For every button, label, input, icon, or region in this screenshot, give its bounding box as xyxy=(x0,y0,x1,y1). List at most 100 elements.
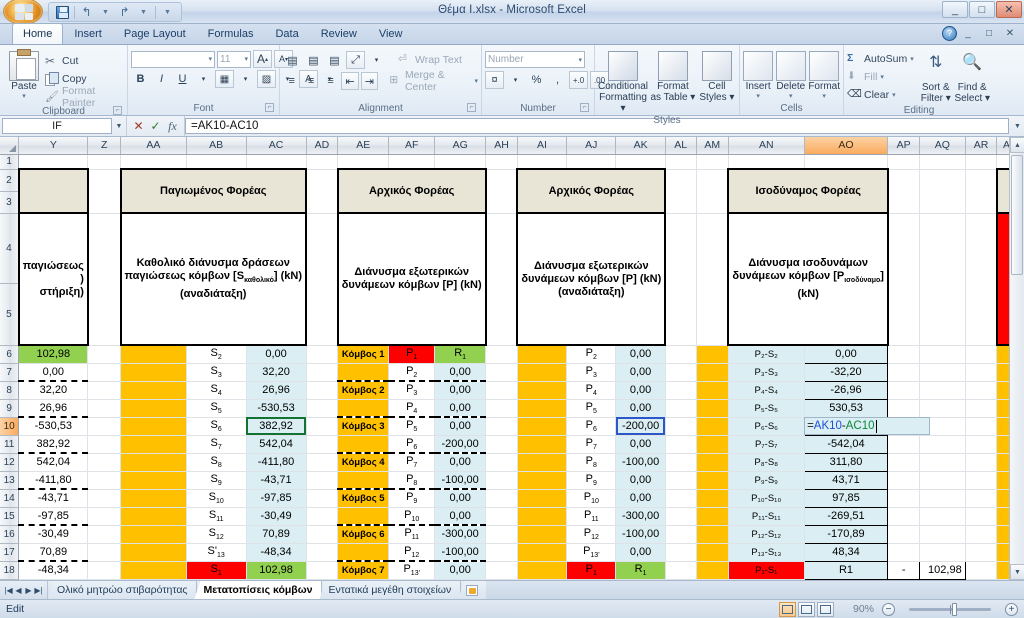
col-header-AA[interactable]: AA xyxy=(120,137,187,155)
cell-AG15[interactable]: 0,00 xyxy=(434,507,487,526)
cell-Z9[interactable] xyxy=(87,399,121,418)
header-fixed-structure-title[interactable]: Παγιωμένος Φορέας xyxy=(119,168,307,214)
col-header-AJ[interactable]: AJ xyxy=(566,137,617,155)
cell-AD2[interactable] xyxy=(306,169,339,214)
borders-dropdown[interactable]: ▾ xyxy=(236,70,255,88)
cell-AP15[interactable] xyxy=(887,507,920,526)
cell-AK9[interactable]: 0,00 xyxy=(615,399,666,418)
cell-AG10[interactable]: 0,00 xyxy=(434,417,487,436)
cell-AO1[interactable] xyxy=(804,154,889,170)
row-header-14[interactable]: 14 xyxy=(0,489,20,508)
cell-AP18[interactable]: - xyxy=(887,560,920,580)
cell-AJ15[interactable]: P11 xyxy=(566,507,617,526)
cell-AM2[interactable] xyxy=(696,169,729,214)
cell-AR8[interactable] xyxy=(965,381,998,400)
cell-AN13[interactable]: P₉-S₉ xyxy=(728,471,805,490)
header-col-y-title[interactable] xyxy=(17,168,89,214)
minimize-ribbon-button[interactable]: _ xyxy=(958,27,978,41)
cell-Y15[interactable]: -97,85 xyxy=(18,507,89,526)
help-icon[interactable]: ? xyxy=(942,26,957,41)
nav-prev-sheet-icon[interactable]: ◀ xyxy=(14,586,23,595)
cell-AE12[interactable]: Κόμβος 4 xyxy=(337,453,390,472)
cell-AQ12[interactable] xyxy=(919,453,966,472)
zoom-slider[interactable] xyxy=(895,602,1005,616)
row-header-2[interactable]: 2 xyxy=(0,169,20,192)
cell-AD4[interactable] xyxy=(306,213,339,346)
cell-AP14[interactable] xyxy=(887,489,920,508)
cell-AD7[interactable] xyxy=(306,363,339,382)
cell-AQ6[interactable] xyxy=(919,345,966,364)
number-dialog-launcher-icon[interactable]: ⌐ xyxy=(580,103,589,112)
zoom-in-button[interactable]: + xyxy=(1005,602,1018,616)
paste-button[interactable]: Paste ▾ xyxy=(3,49,45,100)
view-page-layout-button[interactable] xyxy=(798,601,815,617)
cell-AH16[interactable] xyxy=(485,525,518,544)
cell-AF1[interactable] xyxy=(388,154,436,170)
cell-AG17[interactable]: -100,00 xyxy=(434,543,487,562)
cell-AA19[interactable] xyxy=(120,579,187,580)
cell-AK13[interactable]: 0,00 xyxy=(615,471,666,490)
cell-AF11[interactable]: P6 xyxy=(388,435,436,454)
header-initial-structure-1-title[interactable]: Αρχικός Φορέας xyxy=(336,168,487,214)
cell-AL14[interactable] xyxy=(665,489,697,508)
cell-AF7[interactable]: P2 xyxy=(388,363,436,382)
row-header-11[interactable]: 11 xyxy=(0,435,20,454)
cell-Y6[interactable]: 102,98 xyxy=(18,345,89,364)
align-center-button[interactable]: ≡ xyxy=(302,72,319,90)
cell-Z19[interactable] xyxy=(87,579,121,580)
col-header-AL[interactable]: AL xyxy=(665,137,697,155)
cell-AD9[interactable] xyxy=(306,399,339,418)
cell-AE14[interactable]: Κόμβος 5 xyxy=(337,489,390,508)
cell-AG11[interactable]: -200,00 xyxy=(434,435,487,454)
cell-AA17[interactable] xyxy=(120,543,187,562)
cell-AL11[interactable] xyxy=(665,435,697,454)
close-document-button[interactable]: ✕ xyxy=(1000,27,1020,41)
col-header-AI[interactable]: AI xyxy=(517,137,568,155)
cell-AR1[interactable] xyxy=(965,154,998,170)
cell-AR9[interactable] xyxy=(965,399,998,418)
cell-AR17[interactable] xyxy=(965,543,998,562)
cell-AB18[interactable]: S1 xyxy=(186,561,247,580)
cell-AK17[interactable]: 0,00 xyxy=(615,543,666,562)
cell-AB6[interactable]: S2 xyxy=(186,345,247,364)
cell-Z14[interactable] xyxy=(87,489,121,508)
nav-first-sheet-icon[interactable]: |◀ xyxy=(4,586,13,595)
cell-AE10[interactable]: Κόμβος 3 xyxy=(337,417,390,436)
format-as-table-button[interactable]: Format as Table ▾ xyxy=(650,49,696,103)
bold-button[interactable]: B xyxy=(131,70,150,88)
cell-AM4[interactable] xyxy=(696,213,729,346)
cell-AR18[interactable] xyxy=(965,561,998,580)
row-header-9[interactable]: 9 xyxy=(0,399,20,418)
cell-AL4[interactable] xyxy=(665,213,697,346)
cell-AA8[interactable] xyxy=(120,381,187,400)
cell-AQ19[interactable]: 61,26 xyxy=(918,578,966,580)
cell-AF19[interactable]: P14 xyxy=(388,579,436,580)
cell-AQ11[interactable] xyxy=(919,435,966,454)
increase-decimal-button[interactable]: +.0 xyxy=(569,71,588,89)
cell-AJ7[interactable]: P3 xyxy=(566,363,617,382)
header-col-y-desc[interactable]: παγιώσεως ) στήριξη) xyxy=(17,212,89,346)
cell-AJ19[interactable]: P14 xyxy=(566,579,617,580)
cell-AQ14[interactable] xyxy=(919,489,966,508)
cell-AM9[interactable] xyxy=(696,399,729,418)
cell-AC12[interactable]: -411,80 xyxy=(246,453,307,472)
row-header-3[interactable]: 3 xyxy=(0,191,20,214)
cell-AK11[interactable]: 0,00 xyxy=(615,435,666,454)
cell-AM16[interactable] xyxy=(696,525,729,544)
cell-AK18[interactable]: R1 xyxy=(615,561,666,580)
cell-AD13[interactable] xyxy=(306,471,339,490)
cell-AQ7[interactable] xyxy=(919,363,966,382)
cell-AF8[interactable]: P3 xyxy=(388,381,436,400)
cell-AH9[interactable] xyxy=(485,399,518,418)
cell-AA7[interactable] xyxy=(120,363,187,382)
cell-Z8[interactable] xyxy=(87,381,121,400)
cell-AN18[interactable]: P₁-S₁ xyxy=(728,561,805,580)
cell-Y18[interactable]: -48,34 xyxy=(18,561,89,580)
cell-AP7[interactable] xyxy=(887,363,920,382)
cell-AR7[interactable] xyxy=(965,363,998,382)
cell-styles-button[interactable]: Cell Styles ▾ xyxy=(698,49,736,103)
cell-AN11[interactable]: P₇-S₇ xyxy=(728,435,805,454)
col-header-AP[interactable]: AP xyxy=(887,137,920,155)
cell-AA10[interactable] xyxy=(120,417,187,436)
close-button[interactable]: ✕ xyxy=(996,1,1022,18)
